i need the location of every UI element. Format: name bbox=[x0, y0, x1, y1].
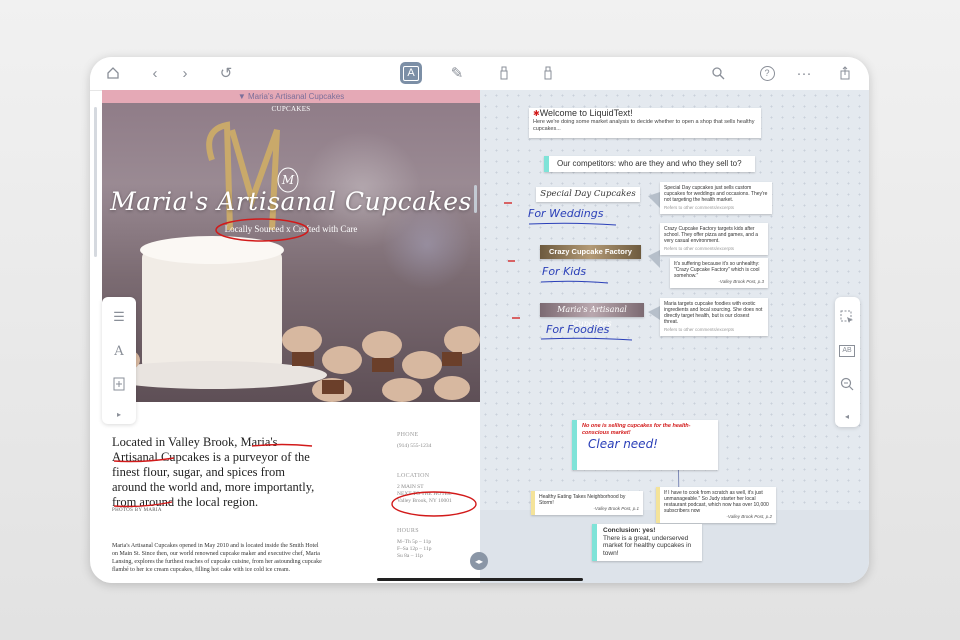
competitor-excerpt[interactable]: Special Day Cupcakes bbox=[536, 187, 640, 202]
handwriting-note[interactable]: For Foodies bbox=[546, 323, 609, 336]
document-header-title[interactable]: ▼ Maria's Artisanal Cupcakes bbox=[102, 90, 480, 103]
eraser-icon[interactable] bbox=[537, 62, 559, 84]
body-paragraph: Maria's Artisanal Cupcakes opened in May… bbox=[112, 543, 322, 573]
back-icon[interactable]: ‹ bbox=[144, 62, 166, 84]
zoom-out-icon[interactable] bbox=[837, 374, 857, 394]
comment-text: Special Day cupcakes just sells custom c… bbox=[664, 185, 768, 203]
evidence-text: If I have to cook from scratch as well, … bbox=[664, 490, 769, 514]
phone-label: PHONE bbox=[397, 432, 419, 438]
competitor-excerpt[interactable]: Crazy Cupcake Factory bbox=[540, 245, 641, 259]
comment-note[interactable]: Maria targets cupcake foodies with exoti… bbox=[660, 298, 768, 336]
handwriting-underline bbox=[540, 280, 609, 284]
home-icon[interactable] bbox=[102, 62, 124, 84]
share-icon[interactable] bbox=[834, 62, 856, 84]
quote-text: It's suffering because it's so unhealthy… bbox=[674, 261, 760, 279]
conclusion-title: Conclusion: yes! bbox=[603, 527, 656, 534]
refer-link[interactable]: Refers to other comments/excerpts bbox=[664, 246, 764, 252]
need-note[interactable]: No one is selling cupcakes for the healt… bbox=[572, 420, 718, 470]
collapse-sidebar-icon[interactable]: ◂ bbox=[837, 409, 857, 423]
scroll-indicator[interactable] bbox=[474, 185, 477, 213]
handwriting-underline bbox=[540, 337, 633, 341]
handwriting-note[interactable]: For Weddings bbox=[528, 207, 603, 220]
comment-note[interactable]: Crazy Cupcake Factory targets kids after… bbox=[660, 223, 768, 255]
forward-icon[interactable]: › bbox=[174, 62, 196, 84]
document-pane[interactable]: M ▼ Maria's Artisanal Cupcakes CUPCAKES … bbox=[102, 90, 480, 583]
svg-text:M: M bbox=[281, 173, 295, 187]
need-handwriting: Clear need! bbox=[588, 437, 658, 451]
red-circle-annotation[interactable] bbox=[212, 215, 312, 245]
workspace-pane[interactable]: ✱Welcome to LiquidText! Here we're doing… bbox=[480, 90, 869, 510]
handwriting-note[interactable]: For Kids bbox=[542, 265, 586, 278]
red-underline-annotations[interactable] bbox=[102, 430, 332, 510]
hours-line: F–Sa 12p – 11p bbox=[397, 546, 432, 552]
competitor-name: Special Day Cupcakes bbox=[540, 189, 636, 199]
home-indicator bbox=[377, 578, 583, 581]
hours-line: Su 8a – 11p bbox=[397, 553, 423, 559]
need-text: No one is selling cupcakes for the healt… bbox=[582, 423, 691, 436]
hero-image: M ▼ Maria's Artisanal Cupcakes CUPCAKES … bbox=[102, 90, 480, 402]
photo-credit: PHOTOS BY MARIA bbox=[112, 508, 162, 513]
help-icon[interactable]: ? bbox=[756, 62, 778, 84]
ipad-frame: ‹ › ↺ A ✎ ? ··· M ▼ Maria's Artisanal Cu… bbox=[90, 57, 869, 583]
quote-excerpt[interactable]: It's suffering because it's so unhealthy… bbox=[670, 258, 768, 288]
add-text-box-icon[interactable]: AB bbox=[837, 341, 857, 361]
lasso-select-icon[interactable] bbox=[837, 307, 857, 327]
evidence-excerpt-left[interactable]: Healthy Eating Takes Neighborhood by Sto… bbox=[531, 491, 643, 515]
undo-icon[interactable]: ↺ bbox=[215, 62, 237, 84]
left-tool-sidebar: ☰ A ▸ bbox=[102, 297, 136, 424]
handwriting-underline bbox=[528, 222, 617, 226]
pen-icon[interactable]: ✎ bbox=[446, 62, 468, 84]
location-label: LOCATION bbox=[397, 473, 430, 479]
search-icon[interactable] bbox=[707, 62, 729, 84]
highlighter-icon[interactable] bbox=[493, 62, 515, 84]
top-toolbar: ‹ › ↺ A ✎ ? ··· bbox=[90, 57, 869, 91]
comment-text: Crazy Cupcake Factory targets kids after… bbox=[664, 226, 759, 244]
red-circle-location[interactable] bbox=[388, 490, 480, 518]
text-style-icon[interactable]: A bbox=[109, 341, 129, 361]
add-page-icon[interactable] bbox=[109, 374, 129, 394]
conclusion-body: There is a great, underserved market for… bbox=[603, 534, 692, 557]
hours-line: M–Th 5p – 11p bbox=[397, 539, 432, 545]
comment-note[interactable]: Special Day cupcakes just sells custom c… bbox=[660, 182, 772, 214]
refer-link[interactable]: Refers to other comments/excerpts bbox=[664, 205, 768, 211]
document-title: Maria's Artisanal Cupcakes bbox=[110, 187, 472, 216]
pane-divider-handle[interactable]: ◂▸ bbox=[470, 552, 488, 570]
evidence-source: -Valley Brook Post, p.1 bbox=[593, 506, 639, 511]
evidence-excerpt-right[interactable]: If I have to cook from scratch as well, … bbox=[656, 487, 776, 523]
evidence-source: -Valley Brook Post, p.2 bbox=[726, 514, 772, 519]
evidence-text: Healthy Eating Takes Neighborhood by Sto… bbox=[539, 494, 626, 506]
vertical-scrollbar[interactable] bbox=[94, 107, 97, 257]
phone-number: (914) 555-1234 bbox=[397, 443, 432, 449]
phone-block: PHONE (914) 555-1234 bbox=[397, 432, 477, 450]
text-select-icon[interactable]: A bbox=[400, 62, 422, 84]
refer-link[interactable]: Refers to other comments/excerpts bbox=[664, 327, 764, 333]
hours-label: HOURS bbox=[397, 528, 419, 534]
collapse-sidebar-icon[interactable]: ▸ bbox=[109, 407, 129, 421]
conclusion-note[interactable]: Conclusion: yes! There is a great, under… bbox=[592, 524, 702, 561]
more-icon[interactable]: ··· bbox=[793, 62, 815, 84]
outline-icon[interactable]: ☰ bbox=[109, 307, 129, 327]
right-tool-sidebar: AB ◂ bbox=[835, 297, 860, 427]
cake-illustration: M bbox=[102, 121, 480, 402]
competitor-name: Crazy Cupcake Factory bbox=[549, 247, 632, 256]
hours-block: HOURS M–Th 5p – 11p F–Sa 12p – 11p Su 8a… bbox=[397, 528, 477, 560]
comment-text: Maria targets cupcake foodies with exoti… bbox=[664, 301, 763, 325]
quote-source: -Valley Brook Post, p.3 bbox=[718, 279, 764, 284]
cupcakes-label: CUPCAKES bbox=[271, 105, 311, 113]
competitor-excerpt[interactable]: Maria's Artisanal Cupcakes bbox=[540, 303, 644, 328]
